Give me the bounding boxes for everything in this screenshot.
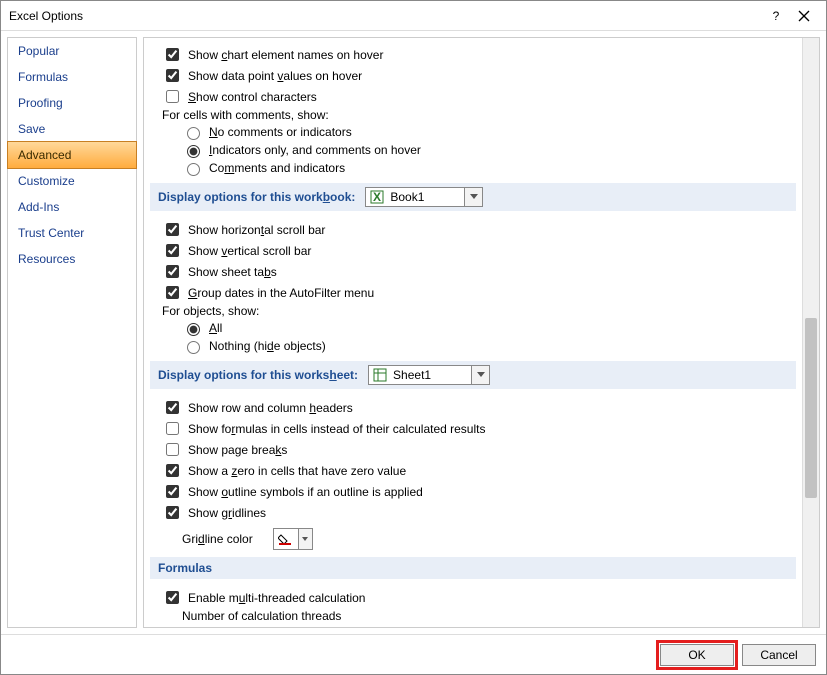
sidebar-item-customize[interactable]: Customize [8,168,136,194]
comments-label-2: Comments and indicators [209,161,345,175]
show-data-values-checkbox[interactable] [166,69,179,82]
formulas-in-cells-checkbox[interactable] [166,422,179,435]
objects-radio-1[interactable] [187,341,200,354]
sidebar-item-trust-center[interactable]: Trust Center [8,220,136,246]
objects-label-0: All [209,321,222,335]
comments-show-label: For cells with comments, show: [162,108,329,122]
sidebar-item-advanced[interactable]: Advanced [7,141,137,169]
show-data-values-label: Show data point values on hover [188,69,362,83]
enable-mt-checkbox[interactable] [166,591,179,604]
category-sidebar: PopularFormulasProofingSaveAdvancedCusto… [7,37,137,628]
enable-mt-label: Enable multi-threaded calculation [188,591,365,605]
show-chart-names-label: Show chart element names on hover [188,48,383,62]
outline-label: Show outline symbols if an outline is ap… [188,485,423,499]
threads-label: Number of calculation threads [182,609,341,623]
sidebar-item-add-ins[interactable]: Add-Ins [8,194,136,220]
comments-label-0: No comments or indicators [209,125,352,139]
sidebar-item-resources[interactable]: Resources [8,246,136,272]
processor-count: 4 [439,626,446,627]
headers-label: Show row and column headers [188,401,353,415]
sidebar-item-proofing[interactable]: Proofing [8,90,136,116]
objects-label-1: Nothing (hide objects) [209,339,326,353]
ok-button[interactable]: OK [660,644,734,666]
sidebar-item-popular[interactable]: Popular [8,38,136,64]
threads-label-0: Use all processors on this computer: [233,626,427,627]
sidebar-item-formulas[interactable]: Formulas [8,64,136,90]
dialog-footer: OK Cancel [1,634,826,674]
zero-checkbox[interactable] [166,464,179,477]
gridlines-label: Show gridlines [188,506,266,520]
objects-show-label: For objects, show: [162,304,259,318]
page-breaks-checkbox[interactable] [166,443,179,456]
options-content: Show chart element names on hover Show d… [144,38,802,627]
worksheet-section-header: Display options for this worksheet: Shee… [150,361,796,389]
help-button[interactable]: ? [762,9,790,23]
gridline-color-picker[interactable] [273,528,313,550]
sheet-tabs-checkbox[interactable] [166,265,179,278]
zero-label: Show a zero in cells that have zero valu… [188,464,406,478]
group-dates-label: Group dates in the AutoFilter menu [188,286,374,300]
gridlines-checkbox[interactable] [166,506,179,519]
comments-radio-2[interactable] [187,163,200,176]
comments-label-1: Indicators only, and comments on hover [209,143,421,157]
vertical-scrollbar[interactable] [802,38,819,627]
formulas-in-cells-label: Show formulas in cells instead of their … [188,422,485,436]
workbook-dropdown[interactable]: X Book1 [365,187,483,207]
sheet-icon [372,367,388,383]
vscroll-label: Show vertical scroll bar [188,244,311,258]
comments-radio-0[interactable] [187,127,200,140]
window-title: Excel Options [9,9,762,23]
show-chart-names-checkbox[interactable] [166,48,179,61]
worksheet-dropdown[interactable]: Sheet1 [368,365,490,385]
objects-radio-0[interactable] [187,323,200,336]
show-control-chars-label: Show control characters [188,90,317,104]
show-control-chars-checkbox[interactable] [166,90,179,103]
comments-radio-1[interactable] [187,145,200,158]
chevron-down-icon [464,188,482,206]
close-button[interactable] [790,10,818,22]
sheet-tabs-label: Show sheet tabs [188,265,277,279]
formulas-section-header: Formulas [150,557,796,579]
svg-text:X: X [373,190,381,204]
cancel-button[interactable]: Cancel [742,644,816,666]
excel-file-icon: X [369,189,385,205]
chevron-down-icon [298,529,312,549]
vscroll-checkbox[interactable] [166,244,179,257]
headers-checkbox[interactable] [166,401,179,414]
gridline-color-label: Gridline color [182,532,253,546]
outline-checkbox[interactable] [166,485,179,498]
excel-options-dialog: Excel Options ? PopularFormulasProofingS… [0,0,827,675]
hscroll-checkbox[interactable] [166,223,179,236]
hscroll-label: Show horizontal scroll bar [188,223,325,237]
workbook-section-header: Display options for this workbook: X Boo… [150,183,796,211]
chevron-down-icon [471,366,489,384]
scrollbar-thumb[interactable] [805,318,817,498]
bucket-icon [274,529,298,549]
titlebar: Excel Options ? [1,1,826,31]
page-breaks-label: Show page breaks [188,443,287,457]
group-dates-checkbox[interactable] [166,286,179,299]
sidebar-item-save[interactable]: Save [8,116,136,142]
